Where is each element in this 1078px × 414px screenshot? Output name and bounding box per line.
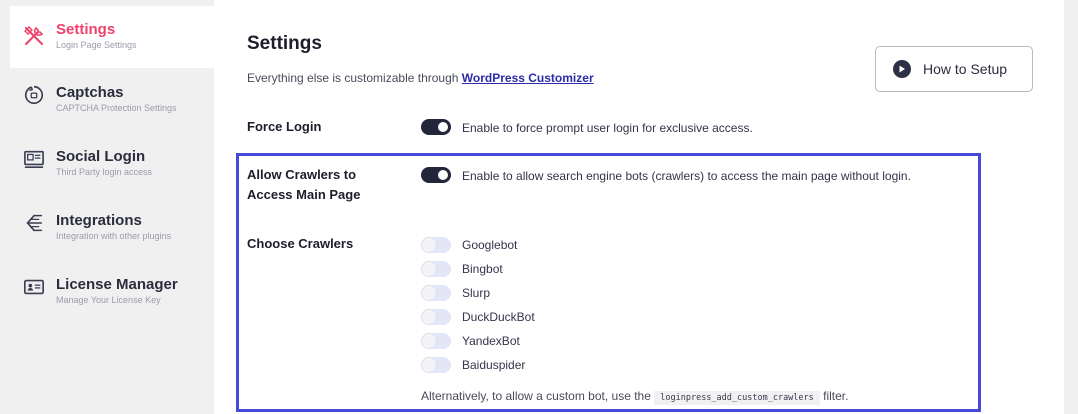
duckduckbot-toggle[interactable] xyxy=(421,309,451,325)
how-to-setup-label: How to Setup xyxy=(923,61,1008,77)
force-login-label: Force Login xyxy=(247,119,322,134)
filter-code: loginpress_add_custom_crawlers xyxy=(654,391,820,405)
sidebar-item-subtitle: Manage Your License Key xyxy=(56,295,161,305)
choose-crawlers-label: Choose Crawlers xyxy=(247,236,354,251)
custom-crawler-note: Alternatively, to allow a custom bot, us… xyxy=(421,389,849,405)
tools-icon xyxy=(22,24,46,48)
sidebar-item-integrations[interactable]: Integrations Integration with other plug… xyxy=(10,198,214,260)
allow-crawlers-description: Enable to allow search engine bots (craw… xyxy=(462,169,911,183)
sidebar-item-settings[interactable]: Settings Login Page Settings xyxy=(10,6,214,68)
baiduspider-toggle[interactable] xyxy=(421,357,451,373)
how-to-setup-button[interactable]: How to Setup xyxy=(875,46,1033,92)
page-title: Settings xyxy=(247,33,322,54)
sidebar-item-title: Social Login xyxy=(56,148,146,165)
sidebar-item-title: Settings xyxy=(56,21,116,38)
bingbot-toggle[interactable] xyxy=(421,261,451,277)
settings-panel: Settings Everything else is customizable… xyxy=(214,0,1064,414)
social-card-icon xyxy=(22,147,46,171)
sidebar-item-subtitle: Login Page Settings xyxy=(56,40,137,50)
page-description-text: Everything else is customizable through xyxy=(247,71,459,85)
crawler-name: YandexBot xyxy=(462,334,520,348)
sidebar: Settings Login Page Settings Captchas CA… xyxy=(10,0,214,414)
force-login-description: Enable to force prompt user login for ex… xyxy=(462,121,753,135)
sidebar-item-subtitle: CAPTCHA Protection Settings xyxy=(56,103,177,113)
page-description: Everything else is customizable through … xyxy=(247,71,594,85)
crawler-name: DuckDuckBot xyxy=(462,310,535,324)
wordpress-customizer-link[interactable]: WordPress Customizer xyxy=(462,71,594,85)
captcha-icon xyxy=(22,83,46,107)
sidebar-item-captchas[interactable]: Captchas CAPTCHA Protection Settings xyxy=(10,70,214,132)
note-suffix: filter. xyxy=(823,389,849,403)
play-icon xyxy=(893,60,911,78)
force-login-toggle[interactable] xyxy=(421,119,451,135)
googlebot-toggle[interactable] xyxy=(421,237,451,253)
sidebar-item-license-manager[interactable]: License Manager Manage Your License Key xyxy=(10,262,214,324)
license-card-icon xyxy=(22,275,46,299)
crawler-name: Baiduspider xyxy=(462,358,526,372)
crawler-name: Slurp xyxy=(462,286,491,300)
crawler-name: Googlebot xyxy=(462,238,518,252)
note-prefix: Alternatively, to allow a custom bot, us… xyxy=(421,389,651,403)
crawler-name: Bingbot xyxy=(462,262,503,276)
slurp-toggle[interactable] xyxy=(421,285,451,301)
sidebar-item-subtitle: Integration with other plugins xyxy=(56,231,172,241)
sidebar-item-subtitle: Third Party login access xyxy=(56,167,153,177)
allow-crawlers-label-line1: Allow Crawlers to xyxy=(247,167,357,182)
sidebar-item-title: Captchas xyxy=(56,84,124,101)
allow-crawlers-toggle[interactable] xyxy=(421,167,451,183)
sidebar-item-title: License Manager xyxy=(56,276,178,293)
sidebar-item-social-login[interactable]: Social Login Third Party login access xyxy=(10,134,214,196)
sidebar-item-title: Integrations xyxy=(56,212,142,229)
yandexbot-toggle[interactable] xyxy=(421,333,451,349)
integrations-icon xyxy=(22,211,46,235)
right-margin xyxy=(1064,0,1078,414)
allow-crawlers-label-line2: Access Main Page xyxy=(247,187,361,202)
